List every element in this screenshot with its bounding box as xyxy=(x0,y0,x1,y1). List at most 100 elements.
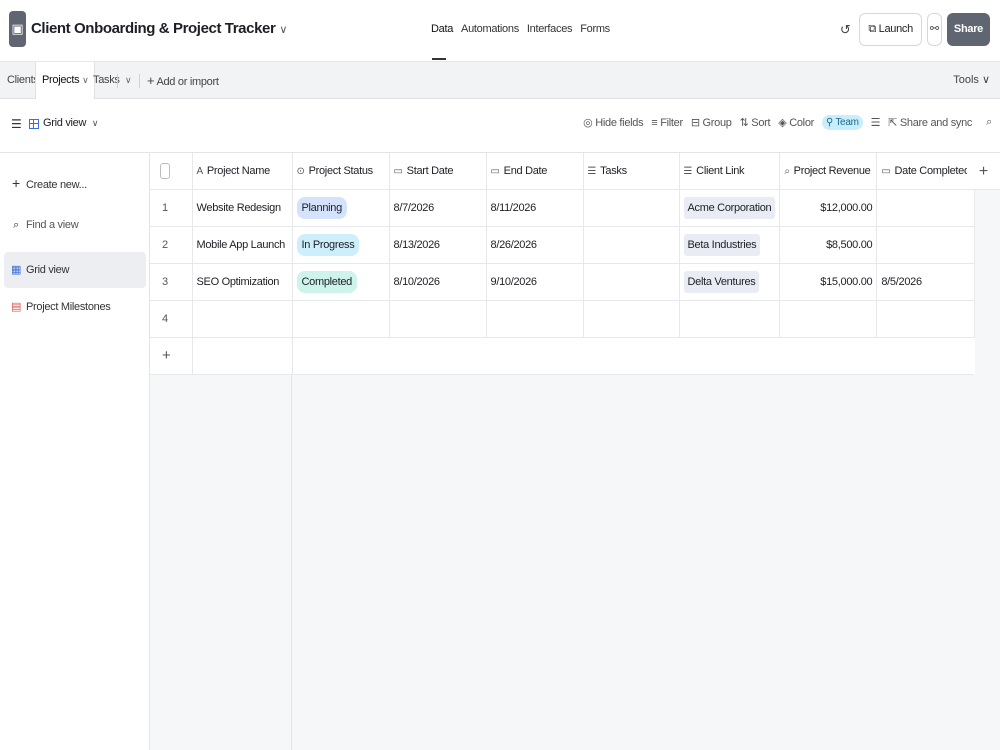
table-tab-bar: Clients Projects ∨ Tasks ∨ + Add or impo… xyxy=(0,62,1000,100)
row-height-icon[interactable]: ☰ xyxy=(871,116,881,129)
chevron-down-icon[interactable]: ∨ xyxy=(279,24,287,36)
base-logo-icon[interactable]: ▣ xyxy=(9,11,26,47)
color-button[interactable]: ◈ Color xyxy=(778,116,814,129)
cell-project-revenue[interactable]: $15,000.00 xyxy=(779,263,878,301)
cell-client-link[interactable] xyxy=(679,300,781,338)
column-header-project-revenue[interactable]: ⌕ Project Revenue xyxy=(779,153,878,190)
table-row[interactable]: 1 Website Redesign Planning 8/7/2026 8/1… xyxy=(150,189,975,227)
select-all-checkbox[interactable] xyxy=(150,153,193,190)
single-select-icon: ⊙ xyxy=(296,165,305,177)
sidebar-item-label: Project Milestones xyxy=(26,301,111,313)
cell-start-date[interactable]: 8/10/2026 xyxy=(389,263,487,301)
add-field-button[interactable]: + xyxy=(967,153,1000,190)
add-row-cell[interactable] xyxy=(292,337,975,375)
sidebar-item-project-milestones[interactable]: ▤ Project Milestones xyxy=(4,289,146,325)
records-grid: A Project Name ⊙ Project Status ▭ Start Dat… xyxy=(150,153,1000,750)
group-button[interactable]: ⊟ Group xyxy=(691,116,732,129)
table-row[interactable]: 2 Mobile App Launch In Progress 8/13/202… xyxy=(150,226,975,264)
column-header-project-status[interactable]: ⊙ Project Status xyxy=(292,153,390,190)
tab-divider xyxy=(117,74,118,88)
share-button[interactable]: Share xyxy=(946,13,990,46)
cell-client-link[interactable]: Delta Ventures xyxy=(679,263,781,301)
search-icon[interactable]: ⌕ xyxy=(986,116,992,129)
cell-date-completed[interactable] xyxy=(876,189,975,227)
cell-tasks[interactable] xyxy=(583,189,680,227)
cell-project-name[interactable]: Mobile App Launch xyxy=(192,226,293,264)
copy-link-button[interactable]: ⚯ xyxy=(926,13,942,46)
nav-automations[interactable]: Automations xyxy=(461,23,519,35)
tab-clients[interactable]: Clients xyxy=(7,62,39,99)
add-row[interactable]: + xyxy=(150,337,975,375)
launch-label: Launch xyxy=(878,23,914,35)
launch-icon: ⧉ xyxy=(868,23,879,35)
sidebar-item-grid-view[interactable]: ▦ Grid view xyxy=(4,252,146,288)
cell-project-status[interactable]: In Progress xyxy=(292,226,390,264)
cell-client-link[interactable]: Acme Corporation xyxy=(679,189,781,227)
launch-button[interactable]: ⧉ Launch xyxy=(859,13,922,46)
cell-tasks[interactable] xyxy=(583,300,680,338)
cell-project-status[interactable]: Completed xyxy=(292,263,390,301)
base-title[interactable]: Client Onboarding & Project Tracker ∨ xyxy=(31,20,287,37)
cell-date-completed[interactable]: 8/5/2026 xyxy=(876,263,975,301)
linked-record-chip: Delta Ventures xyxy=(683,270,760,293)
group-icon: ⊟ xyxy=(690,117,700,129)
column-header-tasks[interactable]: ☰ Tasks xyxy=(583,153,680,190)
cell-tasks[interactable] xyxy=(583,263,680,301)
row-number: 2 xyxy=(150,226,193,264)
cell-client-link[interactable]: Beta Industries xyxy=(679,226,781,264)
hamburger-menu-icon[interactable]: ☰ xyxy=(11,117,22,131)
cell-date-completed[interactable] xyxy=(876,300,975,338)
cell-start-date[interactable]: 8/7/2026 xyxy=(389,189,487,227)
cell-date-completed[interactable] xyxy=(876,226,975,264)
hide-fields-button[interactable]: ◎ Hide fields xyxy=(583,116,643,129)
cell-start-date[interactable]: 8/13/2026 xyxy=(389,226,487,264)
nav-data[interactable]: Data xyxy=(431,23,453,35)
add-record-button[interactable]: + xyxy=(150,337,193,375)
cell-project-name[interactable]: SEO Optimization xyxy=(192,263,293,301)
color-label: Color xyxy=(789,117,815,129)
cell-project-revenue[interactable]: $8,500.00 xyxy=(779,226,878,264)
chevron-down-icon[interactable]: ∨ xyxy=(82,75,89,85)
sort-button[interactable]: ⇅ Sort xyxy=(740,116,771,129)
view-switcher[interactable]: Grid view ∨ xyxy=(43,117,99,129)
date-field-icon: ▭ xyxy=(490,165,500,177)
tab-tasks[interactable]: Tasks xyxy=(93,62,120,99)
column-header-client-link[interactable]: ☰ Client Link xyxy=(679,153,781,190)
nav-forms[interactable]: Forms xyxy=(580,23,610,35)
cell-end-date[interactable]: 8/11/2026 xyxy=(486,189,584,227)
cell-project-revenue[interactable] xyxy=(779,300,878,338)
cell-project-name[interactable]: Website Redesign xyxy=(192,189,293,227)
column-header-label: End Date xyxy=(503,164,548,177)
tab-projects[interactable]: Projects ∨ xyxy=(35,62,96,100)
tabs-more-chevron-icon[interactable]: ∨ xyxy=(125,62,132,99)
column-header-start-date[interactable]: ▭ Start Date xyxy=(389,153,487,190)
share-sync-button[interactable]: ⇱ Share and sync xyxy=(888,116,972,129)
table-row[interactable]: 4 xyxy=(150,300,975,338)
cell-tasks[interactable] xyxy=(583,226,680,264)
table-row[interactable]: 3 SEO Optimization Completed 8/10/2026 9… xyxy=(150,263,975,301)
cell-project-status[interactable]: Planning xyxy=(292,189,390,227)
cell-end-date[interactable]: 9/10/2026 xyxy=(486,263,584,301)
cell-project-name[interactable] xyxy=(192,300,293,338)
cell-project-status[interactable] xyxy=(292,300,390,338)
filter-button[interactable]: ≡ Filter xyxy=(651,117,683,129)
column-header-end-date[interactable]: ▭ End Date xyxy=(486,153,584,190)
create-new-view-button[interactable]: + Create new... xyxy=(4,165,146,201)
column-header-date-completed[interactable]: ▭ Date Completed xyxy=(876,153,975,190)
find-view-input[interactable]: ⌕ Find a view xyxy=(4,207,146,243)
add-row-cell[interactable] xyxy=(192,337,293,375)
nav-interfaces[interactable]: Interfaces xyxy=(527,23,573,35)
view-tools: ◎ Hide fields ≡ Filter ⊟ Group ⇅ Sort ◈ … xyxy=(583,115,992,130)
plus-icon: + xyxy=(147,73,155,88)
team-chip[interactable]: ⚲ Team xyxy=(822,115,863,130)
cell-project-revenue[interactable]: $12,000.00 xyxy=(779,189,878,227)
checkbox-icon xyxy=(160,162,170,179)
cell-end-date[interactable] xyxy=(486,300,584,338)
search-icon: ⌕ xyxy=(13,219,19,231)
tools-menu[interactable]: Tools ∨ xyxy=(953,62,990,99)
column-header-project-name[interactable]: A Project Name xyxy=(192,153,293,190)
cell-end-date[interactable]: 8/26/2026 xyxy=(486,226,584,264)
history-icon[interactable]: ↺ xyxy=(836,21,854,39)
add-or-import-button[interactable]: + Add or import xyxy=(147,62,219,99)
cell-start-date[interactable] xyxy=(389,300,487,338)
